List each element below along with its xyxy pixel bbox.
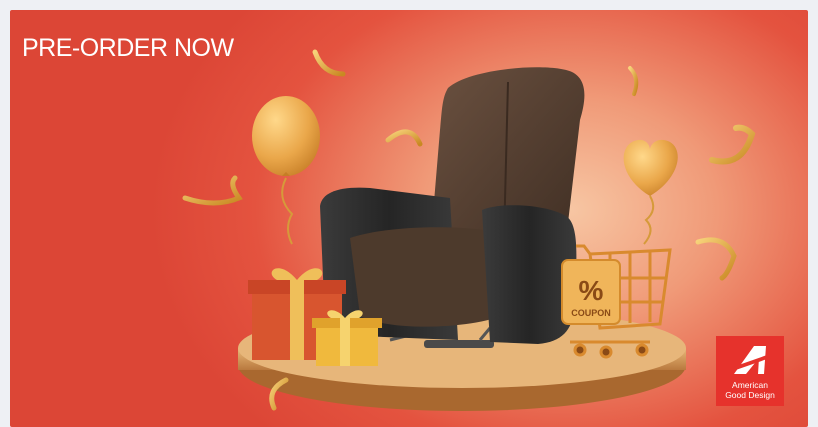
brand-badge[interactable]: American Good Design — [716, 336, 784, 406]
coupon-label: COUPON — [571, 308, 611, 318]
yellow-gift-box — [312, 310, 382, 366]
heart-balloon — [623, 139, 678, 245]
brand-line-1: American — [732, 380, 768, 390]
american-good-design-logo-icon — [730, 346, 770, 374]
brand-line-2: Good Design — [725, 390, 775, 400]
coupon-percent: % — [579, 275, 604, 306]
round-balloon — [252, 96, 320, 245]
headline: PRE-ORDER NOW — [22, 34, 234, 62]
banner-illustration: % COUPON — [182, 49, 756, 411]
armchair — [320, 67, 585, 348]
coupon-ticket: % COUPON — [561, 259, 621, 325]
promo-banner[interactable]: % COUPON PRE-ORDER NOW American Good Des… — [10, 10, 808, 427]
